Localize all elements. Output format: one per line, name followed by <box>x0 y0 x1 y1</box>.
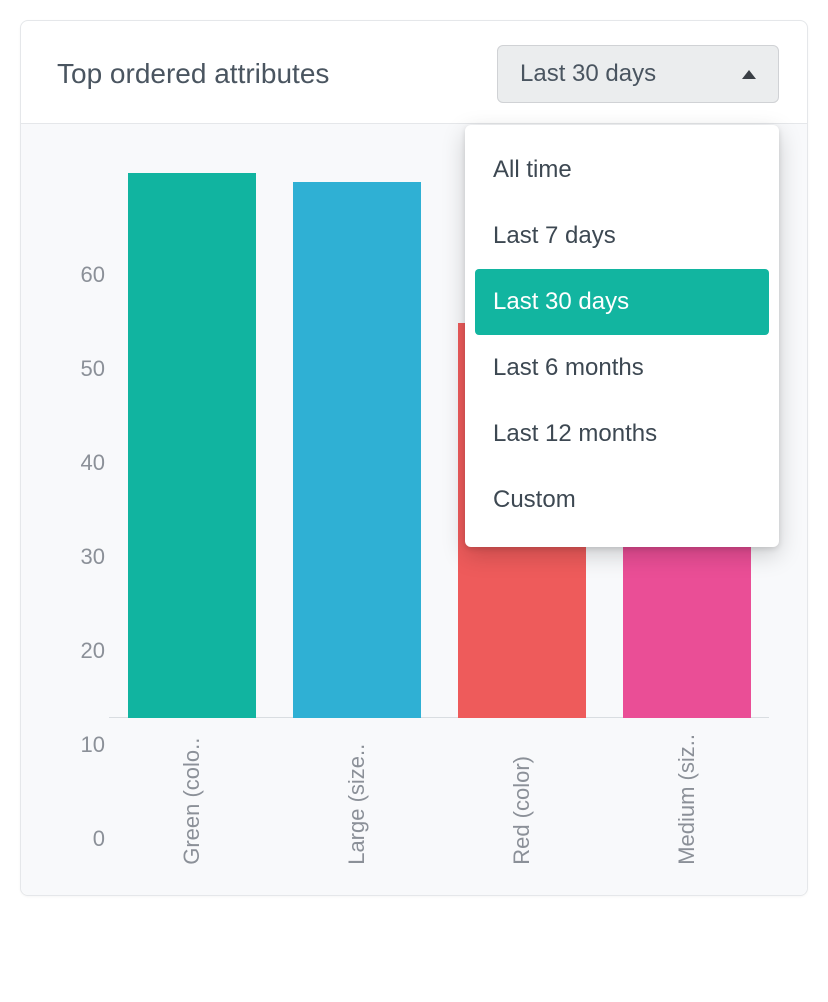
x-tick: Large (size.. <box>274 734 439 865</box>
timerange-option[interactable]: Custom <box>475 467 769 533</box>
x-tick-label: Medium (siz.. <box>674 734 700 865</box>
timerange-option-label: All time <box>493 156 572 184</box>
y-tick-label: 10 <box>59 732 105 758</box>
card-header: Top ordered attributes Last 30 days <box>21 21 807 124</box>
bar <box>128 173 256 718</box>
timerange-option[interactable]: Last 7 days <box>475 203 769 269</box>
timerange-option[interactable]: Last 30 days <box>475 269 769 335</box>
y-tick-label: 30 <box>59 544 105 570</box>
caret-up-icon <box>742 70 756 79</box>
timerange-option[interactable]: Last 6 months <box>475 335 769 401</box>
x-tick: Medium (siz.. <box>604 734 769 865</box>
x-axis: Green (colo.. Large (size.. Red (color) Med… <box>109 718 769 865</box>
bar-slot <box>274 154 439 718</box>
y-axis: 0 10 20 30 40 50 60 <box>59 154 109 865</box>
x-tick-label: Green (colo.. <box>179 734 205 865</box>
x-tick-label: Large (size.. <box>344 734 370 865</box>
timerange-dropdown-menu: All time Last 7 days Last 30 days Last 6 mo… <box>465 125 779 547</box>
x-tick: Green (colo.. <box>109 734 274 865</box>
timerange-option[interactable]: All time <box>475 137 769 203</box>
timerange-option-label: Last 30 days <box>493 288 629 316</box>
x-tick: Red (color) <box>439 734 604 865</box>
timerange-option[interactable]: Last 12 months <box>475 401 769 467</box>
timerange-dropdown-toggle[interactable]: Last 30 days <box>497 45 779 103</box>
attributes-card: Top ordered attributes Last 30 days All … <box>20 20 808 896</box>
x-tick-label: Red (color) <box>509 734 535 865</box>
y-tick-label: 20 <box>59 638 105 664</box>
bar <box>293 182 421 718</box>
timerange-option-label: Last 7 days <box>493 222 616 250</box>
y-tick-label: 0 <box>59 826 105 852</box>
card-title: Top ordered attributes <box>57 58 329 90</box>
y-tick-label: 60 <box>59 262 105 288</box>
y-tick-label: 40 <box>59 450 105 476</box>
timerange-option-label: Last 12 months <box>493 420 657 448</box>
timerange-option-label: Custom <box>493 486 576 514</box>
timerange-selected-label: Last 30 days <box>520 60 656 88</box>
y-tick-label: 50 <box>59 356 105 382</box>
timerange-option-label: Last 6 months <box>493 354 644 382</box>
bar-slot <box>109 154 274 718</box>
